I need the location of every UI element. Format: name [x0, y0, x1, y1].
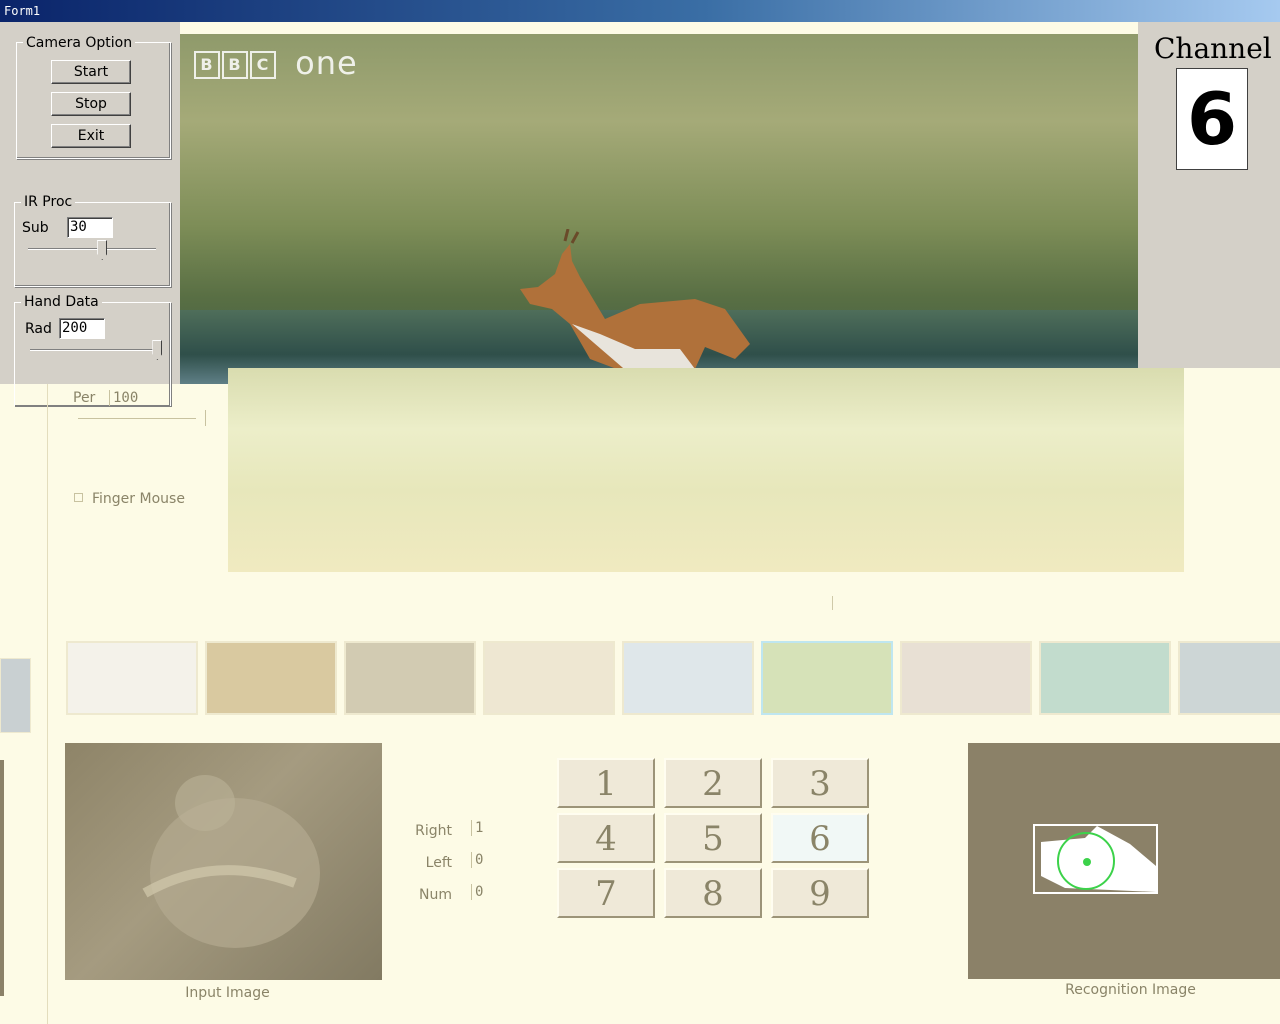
sub-input[interactable]: 30 — [67, 217, 113, 238]
palm-center-dot — [1083, 858, 1091, 866]
rad-input[interactable]: 200 — [59, 318, 105, 339]
ir-proc-legend: IR Proc — [21, 194, 76, 210]
channel-thumbnail[interactable] — [900, 641, 1032, 715]
start-button[interactable]: Start — [51, 60, 131, 84]
exit-button[interactable]: Exit — [51, 124, 131, 148]
hand-silhouette-figure — [142, 775, 320, 948]
channel-thumbnail[interactable] — [1178, 641, 1280, 715]
channel-thumbnail[interactable] — [205, 641, 337, 715]
num-label: Num — [419, 887, 452, 903]
stop-button[interactable]: Stop — [51, 92, 131, 116]
window-titlebar[interactable]: Form1 — [0, 0, 1280, 22]
sub-label: Sub — [22, 220, 49, 236]
ir-proc-group — [14, 202, 171, 287]
channel-thumbnail[interactable] — [761, 641, 893, 715]
per-slider-track[interactable] — [78, 418, 196, 419]
per-input[interactable]: 100 — [109, 390, 169, 406]
keypad-button-3[interactable]: 3 — [771, 758, 869, 808]
input-image-view — [65, 743, 382, 980]
channel-thumbnail[interactable] — [344, 641, 476, 715]
logo-letter-b1: B — [194, 51, 220, 79]
num-value: 0 — [471, 884, 511, 900]
keypad-button-9[interactable]: 9 — [771, 868, 869, 918]
broadcaster-logo: BBC one — [194, 44, 358, 82]
rad-label: Rad — [25, 321, 52, 337]
logo-letter-b2: B — [222, 51, 248, 79]
finger-mouse-checkbox[interactable] — [74, 493, 83, 502]
right-value: 1 — [471, 820, 511, 836]
channel-thumbnail[interactable] — [622, 641, 754, 715]
rad-slider-track[interactable] — [30, 349, 160, 351]
logo-word: one — [295, 44, 358, 82]
ghost-video-frame — [228, 368, 1184, 572]
keypad-button-6[interactable]: 6 — [771, 813, 869, 863]
keypad-button-8[interactable]: 8 — [664, 868, 762, 918]
keypad-button-2[interactable]: 2 — [664, 758, 762, 808]
keypad-button-5[interactable]: 5 — [664, 813, 762, 863]
per-label: Per — [73, 390, 96, 406]
hand-data-legend: Hand Data — [21, 294, 102, 310]
thumbnail-partial-left[interactable] — [0, 658, 31, 733]
channel-title: Channel — [1154, 32, 1272, 65]
sub-slider-track[interactable] — [28, 248, 156, 250]
center-tick — [832, 596, 833, 610]
keypad-button-7[interactable]: 7 — [557, 868, 655, 918]
per-slider-thumb[interactable] — [205, 410, 206, 426]
channel-thumbnail[interactable] — [483, 641, 615, 715]
channel-thumbnail[interactable] — [66, 641, 198, 715]
left-label: Left — [425, 855, 452, 871]
recognition-image-view — [968, 743, 1280, 979]
recognition-image-caption: Recognition Image — [1065, 982, 1196, 998]
channel-panel: Channel 6 — [1138, 22, 1280, 368]
right-label: Right — [415, 823, 452, 839]
channel-thumbnail[interactable] — [1039, 641, 1171, 715]
antelope-figure — [520, 229, 750, 379]
camera-option-legend: Camera Option — [23, 35, 136, 51]
logo-letter-c: C — [250, 51, 276, 79]
finger-mouse-label: Finger Mouse — [92, 491, 185, 507]
keypad-button-1[interactable]: 1 — [557, 758, 655, 808]
left-edge-panel — [0, 760, 4, 996]
live-video-frame: BBC one — [180, 34, 1138, 384]
channel-number-display: 6 — [1176, 68, 1248, 170]
keypad-button-4[interactable]: 4 — [557, 813, 655, 863]
left-value: 0 — [471, 852, 511, 868]
left-control-panel: Camera Option Start Stop Exit IR Proc Su… — [0, 22, 180, 406]
input-image-caption: Input Image — [185, 985, 270, 1001]
left-divider — [47, 384, 48, 1024]
window-title: Form1 — [4, 4, 41, 18]
